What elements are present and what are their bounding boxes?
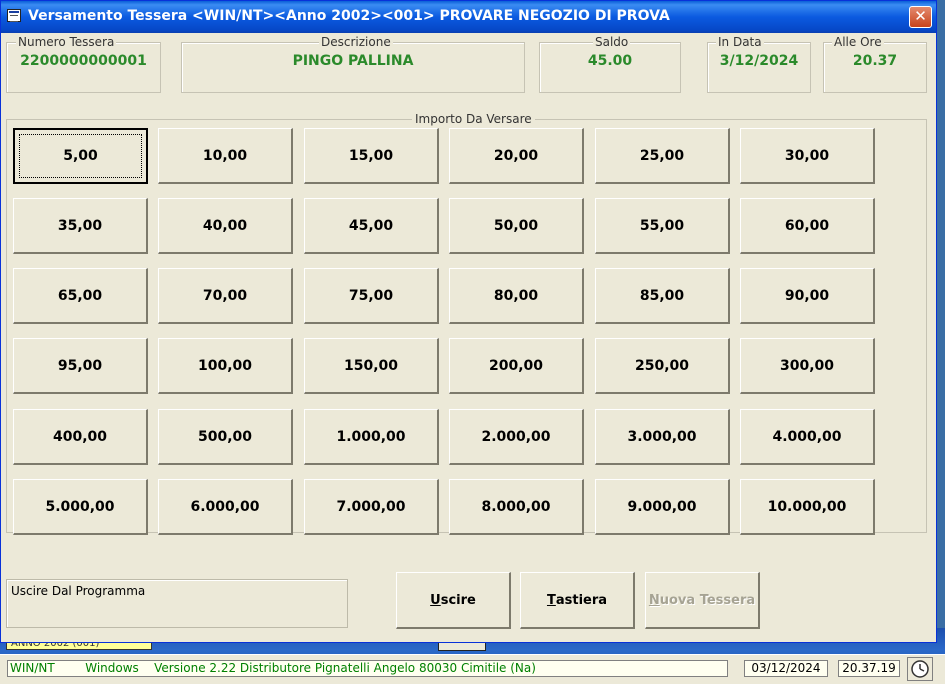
window-app-icon[interactable]: [7, 9, 21, 22]
descrizione-value: PINGO PALLINA: [292, 53, 414, 69]
amount-button[interactable]: 9.000,00: [595, 479, 730, 535]
saldo-value: 45.00: [587, 53, 633, 69]
title-bar[interactable]: Versamento Tessera <WIN/NT><Anno 2002><0…: [1, 1, 936, 33]
descrizione-field: Descrizione PINGO PALLINA: [181, 35, 525, 93]
importo-da-versare-group: Importo Da Versare 5,00 10,00 15,00 20,00 25…: [6, 112, 927, 535]
amount-button[interactable]: 60,00: [740, 198, 875, 254]
numero-tessera-field: Numero Tessera 2200000000001: [6, 35, 161, 93]
window-title: Versamento Tessera <WIN/NT><Anno 2002><0…: [28, 8, 670, 24]
amount-button[interactable]: 70,00: [158, 268, 293, 324]
amount-button[interactable]: 15,00: [304, 128, 439, 184]
amount-button[interactable]: 5.000,00: [13, 479, 148, 535]
amount-button[interactable]: 100,00: [158, 338, 293, 394]
amount-button[interactable]: 50,00: [449, 198, 584, 254]
uscire-button[interactable]: Uscire: [396, 572, 511, 629]
tastiera-accel: T: [546, 592, 556, 608]
amount-button[interactable]: 90,00: [740, 268, 875, 324]
amount-button[interactable]: 1.000,00: [304, 409, 439, 465]
amount-button[interactable]: 25,00: [595, 128, 730, 184]
amount-button[interactable]: 5,00: [13, 128, 148, 184]
amount-button[interactable]: 150,00: [304, 338, 439, 394]
alle-ore-field: Alle Ore 20.37: [823, 35, 927, 93]
amount-button[interactable]: 20,00: [449, 128, 584, 184]
amount-button[interactable]: 3.000,00: [595, 409, 730, 465]
tastiera-button[interactable]: Tastiera: [520, 572, 635, 629]
amount-button[interactable]: 75,00: [304, 268, 439, 324]
in-data-label: In Data: [716, 35, 764, 49]
amount-button[interactable]: 10,00: [158, 128, 293, 184]
saldo-field: Saldo 45.00: [539, 35, 681, 93]
amount-button[interactable]: 7.000,00: [304, 479, 439, 535]
amount-button[interactable]: 4.000,00: [740, 409, 875, 465]
nuova-tessera-button[interactable]: Nuova Tessera: [645, 572, 760, 629]
amount-button[interactable]: 400,00: [13, 409, 148, 465]
amount-button[interactable]: 45,00: [304, 198, 439, 254]
amount-button[interactable]: 85,00: [595, 268, 730, 324]
amount-button[interactable]: 80,00: [449, 268, 584, 324]
amount-button[interactable]: 8.000,00: [449, 479, 584, 535]
numero-tessera-label: Numero Tessera: [16, 35, 117, 49]
amount-button[interactable]: 6.000,00: [158, 479, 293, 535]
tastiera-label: astiera: [555, 592, 608, 608]
status-bar: WIN/NT Windows Versione 2.22 Distributor…: [0, 654, 945, 684]
alle-ore-value: 20.37: [852, 53, 898, 69]
importo-da-versare-label: Importo Da Versare: [412, 112, 535, 126]
amount-button[interactable]: 500,00: [158, 409, 293, 465]
amount-button[interactable]: 40,00: [158, 198, 293, 254]
descrizione-label: Descrizione: [319, 35, 393, 49]
status-date: 03/12/2024: [744, 660, 828, 677]
clock-icon[interactable]: [907, 657, 933, 681]
amount-button[interactable]: 2.000,00: [449, 409, 584, 465]
in-data-field: In Data 3/12/2024: [707, 35, 811, 93]
versamento-tessera-window: Versamento Tessera <WIN/NT><Anno 2002><0…: [0, 0, 937, 643]
amount-button[interactable]: 55,00: [595, 198, 730, 254]
in-data-value: 3/12/2024: [719, 53, 799, 69]
saldo-label: Saldo: [593, 35, 631, 49]
amount-button[interactable]: 30,00: [740, 128, 875, 184]
alle-ore-label: Alle Ore: [832, 35, 884, 49]
nuova-tessera-label: uova Tessera: [659, 592, 756, 608]
amount-button[interactable]: 95,00: [13, 338, 148, 394]
uscire-label: scire: [440, 592, 476, 608]
nuova-tessera-accel: N: [648, 592, 660, 608]
amount-button[interactable]: 35,00: [13, 198, 148, 254]
close-button[interactable]: ✕: [909, 6, 932, 28]
amount-button[interactable]: 250,00: [595, 338, 730, 394]
amount-button[interactable]: 10.000,00: [740, 479, 875, 535]
uscire-accel: U: [430, 592, 441, 608]
numero-tessera-value: 2200000000001: [20, 53, 147, 69]
amount-button[interactable]: 200,00: [449, 338, 584, 394]
status-version-info: WIN/NT Windows Versione 2.22 Distributor…: [7, 660, 728, 677]
status-time: 20.37.19: [838, 660, 900, 677]
amount-button[interactable]: 65,00: [13, 268, 148, 324]
hint-box: Uscire Dal Programma: [6, 579, 348, 628]
amount-button[interactable]: 300,00: [740, 338, 875, 394]
